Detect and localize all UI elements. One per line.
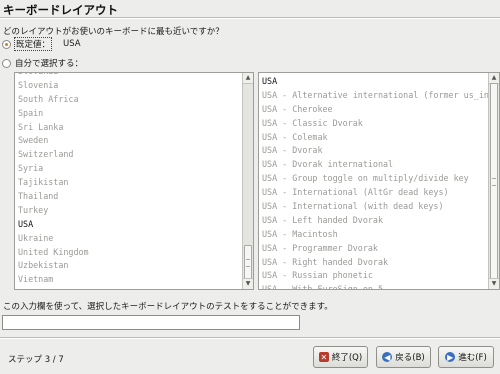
scroll-thumb[interactable] <box>490 83 498 279</box>
list-item[interactable]: USA - International (with dead keys) <box>259 200 488 214</box>
quit-button[interactable]: ✕ 終了(Q) <box>313 346 368 368</box>
list-item[interactable]: USA - Right handed Dvorak <box>259 256 488 270</box>
variant-list[interactable]: USA USA - Alternative international (form… <box>258 72 500 290</box>
list-item[interactable]: USA - Group toggle on multiply/divide ke… <box>259 172 488 186</box>
country-list[interactable]: SlovakiaSloveniaSouth AfricaSpainSri Lan… <box>14 72 254 290</box>
default-radio-button[interactable] <box>2 39 11 49</box>
forward-button-label: 進む(F) <box>458 353 487 363</box>
scroll-up-arrow-icon[interactable]: ▲ <box>243 73 253 84</box>
list-item[interactable]: Turkey <box>15 204 242 218</box>
variant-list-items: USA USA - Alternative international (form… <box>259 75 488 289</box>
arrow-left-icon: ◀ <box>382 352 393 362</box>
footer-divider <box>0 337 500 339</box>
list-item[interactable]: Vietnam <box>15 273 242 287</box>
custom-radio-label[interactable]: 自分で選択する： <box>15 57 83 69</box>
default-layout-value: USA <box>63 39 81 49</box>
list-item[interactable]: USA - Dvorak international <box>259 158 488 172</box>
list-item[interactable]: USA <box>15 218 242 232</box>
custom-layout-option[interactable]: 自分で選択する： <box>2 56 83 70</box>
list-item[interactable]: South Africa <box>15 93 242 107</box>
default-layout-option[interactable]: 既定値： USA <box>2 37 81 51</box>
thumb-grip <box>246 259 250 267</box>
list-item[interactable]: Ukraine <box>15 232 242 246</box>
list-item[interactable]: USA - Macintosh <box>259 228 488 242</box>
list-item[interactable]: USA - Dvorak <box>259 144 488 158</box>
list-item[interactable]: Tajikistan <box>15 176 242 190</box>
scroll-down-arrow-icon[interactable]: ▼ <box>243 278 253 289</box>
list-item[interactable]: Slovenia <box>15 79 242 93</box>
list-item[interactable]: USA - With EuroSign on 5 <box>259 283 488 289</box>
list-item[interactable]: Slovakia <box>15 73 242 79</box>
step-indicator: ステップ 3 / 7 <box>8 355 64 365</box>
list-item[interactable]: USA - Cherokee <box>259 103 488 117</box>
list-item[interactable]: Uzbekistan <box>15 259 242 273</box>
list-item[interactable]: USA - Alternative international (former … <box>259 89 488 103</box>
arrow-right-icon: ▶ <box>445 352 456 362</box>
scroll-down-arrow-icon[interactable]: ▼ <box>489 278 499 289</box>
test-input-label: この入力欄を使って、選択したキーボードレイアウトのテストをすることができます。 <box>3 302 333 312</box>
quit-icon: ✕ <box>318 352 329 362</box>
default-radio-label[interactable]: 既定値： <box>13 37 53 51</box>
list-item[interactable]: Switzerland <box>15 148 242 162</box>
list-item[interactable]: Spain <box>15 107 242 121</box>
list-item[interactable]: USA - Russian phonetic <box>259 269 488 283</box>
country-list-scrollbar[interactable]: ▲ ▼ <box>242 73 253 289</box>
list-item[interactable]: United Kingdom <box>15 246 242 260</box>
page-title: キーボードレイアウト <box>3 3 118 17</box>
header-divider <box>0 17 500 19</box>
list-item[interactable]: USA - Programmer Dvorak <box>259 242 488 256</box>
custom-radio-button[interactable] <box>2 58 11 68</box>
quit-button-label: 終了(Q) <box>331 353 363 363</box>
question-text: どのレイアウトがお使いのキーボードに最も近いですか？ <box>3 27 224 37</box>
test-input-field[interactable] <box>2 315 300 330</box>
variant-list-scrollbar[interactable]: ▲ ▼ <box>488 73 499 289</box>
list-item[interactable]: Sri Lanka <box>15 121 242 135</box>
list-item[interactable]: USA - International (AltGr dead keys) <box>259 186 488 200</box>
list-item[interactable]: USA - Colemak <box>259 131 488 145</box>
list-item[interactable]: USA - Classic Dvorak <box>259 117 488 131</box>
list-item[interactable]: USA - Left handed Dvorak <box>259 214 488 228</box>
forward-button[interactable]: ▶ 進む(F) <box>438 346 494 368</box>
list-item[interactable]: Sweden <box>15 134 242 148</box>
back-button[interactable]: ◀ 戻る(B) <box>376 346 431 368</box>
scroll-thumb[interactable] <box>244 245 252 279</box>
list-item[interactable]: USA <box>259 75 488 89</box>
thumb-grip <box>492 178 496 186</box>
list-item[interactable]: Thailand <box>15 190 242 204</box>
country-list-items: SlovakiaSloveniaSouth AfricaSpainSri Lan… <box>15 73 242 287</box>
back-button-label: 戻る(B) <box>395 353 425 363</box>
list-item[interactable]: Syria <box>15 162 242 176</box>
